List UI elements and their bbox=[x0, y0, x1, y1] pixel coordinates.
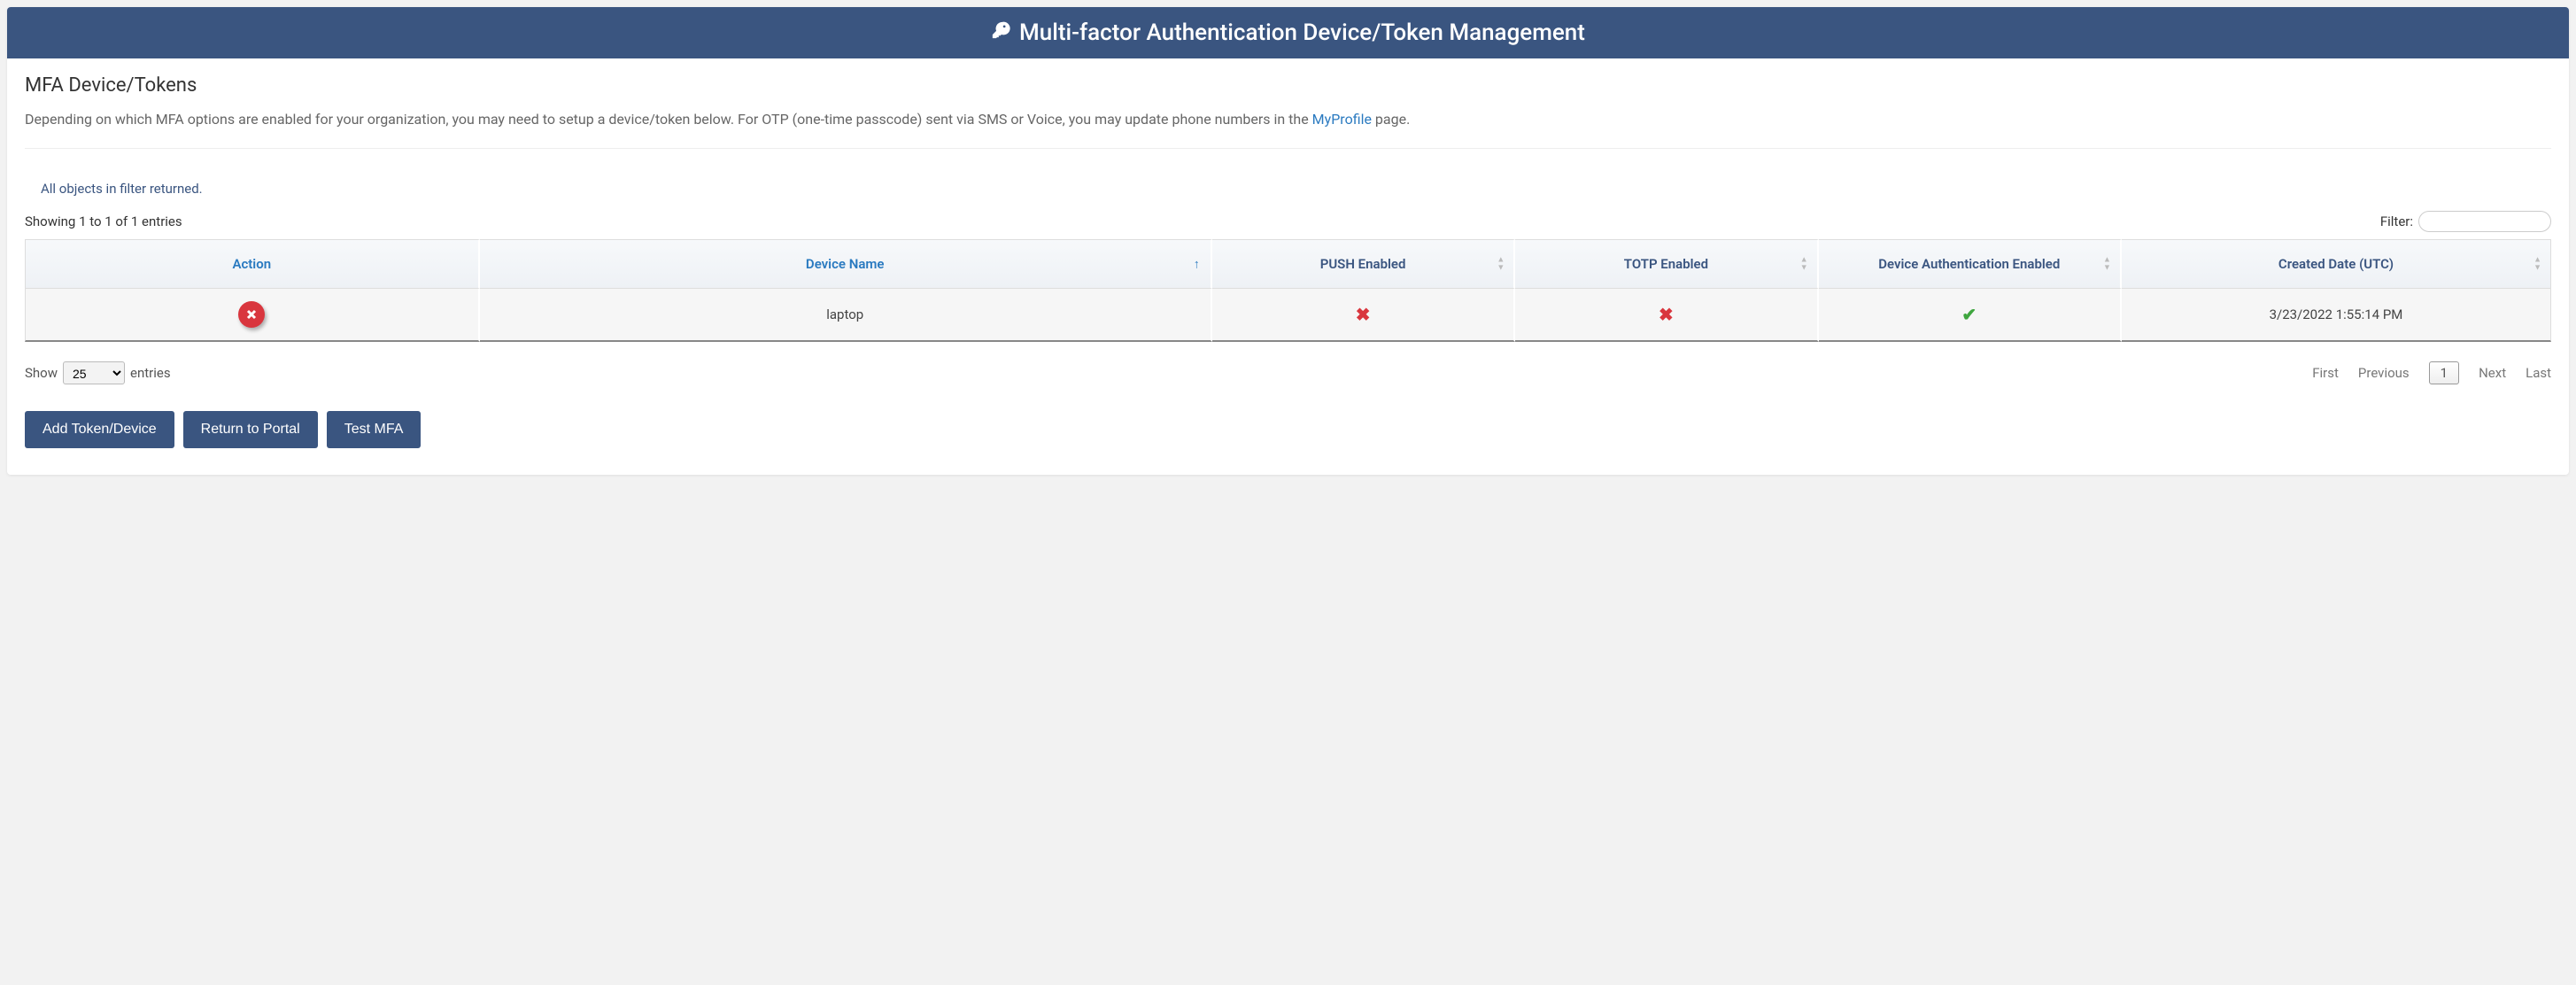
cell-created: 3/23/2022 1:55:14 PM bbox=[2122, 289, 2551, 342]
return-portal-button[interactable]: Return to Portal bbox=[183, 411, 318, 448]
show-entries: Show 25 entries bbox=[25, 361, 171, 384]
table-header-row: Action Device Name ↑ PUSH Enabled ▲▼ TOT… bbox=[25, 239, 2551, 289]
test-mfa-button[interactable]: Test MFA bbox=[327, 411, 422, 448]
pager: First Previous 1 Next Last bbox=[2312, 361, 2551, 384]
filter-label: Filter: bbox=[2380, 213, 2413, 229]
header-title: Multi-factor Authentication Device/Token… bbox=[1019, 19, 1585, 46]
sort-icon: ▲▼ bbox=[2533, 257, 2541, 272]
col-totp[interactable]: TOTP Enabled ▲▼ bbox=[1515, 239, 1818, 289]
x-icon: ✖ bbox=[1659, 304, 1674, 325]
check-icon: ✔ bbox=[1961, 304, 1976, 325]
table-info-text: Showing 1 to 1 of 1 entries bbox=[25, 213, 182, 229]
pager-prev[interactable]: Previous bbox=[2358, 365, 2410, 381]
cell-push: ✖ bbox=[1212, 289, 1515, 342]
sort-icon: ▲▼ bbox=[2103, 257, 2111, 272]
filter-wrap: Filter: bbox=[2380, 211, 2551, 232]
pager-first[interactable]: First bbox=[2312, 365, 2339, 381]
sort-asc-icon: ↑ bbox=[1194, 257, 1200, 272]
section-description: Depending on which MFA options are enabl… bbox=[25, 109, 2551, 130]
x-icon: ✖ bbox=[1356, 304, 1371, 325]
show-label-post: entries bbox=[130, 365, 171, 381]
button-row: Add Token/Device Return to Portal Test M… bbox=[7, 384, 2569, 457]
content-area: MFA Device/Tokens Depending on which MFA… bbox=[7, 58, 2569, 384]
cell-action bbox=[25, 289, 480, 342]
myprofile-link[interactable]: MyProfile bbox=[1312, 111, 1372, 128]
sort-icon: ▲▼ bbox=[1497, 257, 1505, 272]
filter-input[interactable] bbox=[2418, 211, 2551, 232]
cell-device-name: laptop bbox=[480, 289, 1212, 342]
col-created[interactable]: Created Date (UTC) ▲▼ bbox=[2122, 239, 2551, 289]
table-top-row: Showing 1 to 1 of 1 entries Filter: bbox=[25, 206, 2551, 239]
col-device-auth[interactable]: Device Authentication Enabled ▲▼ bbox=[1819, 239, 2122, 289]
desc-post: page. bbox=[1372, 111, 1410, 128]
add-token-button[interactable]: Add Token/Device bbox=[25, 411, 174, 448]
divider bbox=[25, 148, 2551, 149]
sort-icon: ▲▼ bbox=[1800, 257, 1808, 272]
cell-totp: ✖ bbox=[1515, 289, 1818, 342]
cell-device-auth: ✔ bbox=[1819, 289, 2122, 342]
desc-pre: Depending on which MFA options are enabl… bbox=[25, 111, 1312, 128]
col-device-name[interactable]: Device Name ↑ bbox=[480, 239, 1212, 289]
table-row: laptop ✖ ✖ ✔ 3/23/2022 1:55:14 PM bbox=[25, 289, 2551, 342]
page-card: Multi-factor Authentication Device/Token… bbox=[7, 7, 2569, 475]
pager-current[interactable]: 1 bbox=[2429, 361, 2459, 384]
delete-button[interactable] bbox=[238, 301, 265, 328]
col-push[interactable]: PUSH Enabled ▲▼ bbox=[1212, 239, 1515, 289]
entries-select[interactable]: 25 bbox=[63, 361, 125, 384]
pager-last[interactable]: Last bbox=[2526, 365, 2551, 381]
table-bottom-row: Show 25 entries First Previous 1 Next La… bbox=[25, 342, 2551, 384]
key-icon bbox=[991, 19, 1010, 46]
section-title: MFA Device/Tokens bbox=[25, 74, 2551, 97]
pager-next[interactable]: Next bbox=[2479, 365, 2506, 381]
close-icon bbox=[246, 309, 257, 320]
filter-status-message: All objects in filter returned. bbox=[25, 165, 2551, 206]
col-action[interactable]: Action bbox=[25, 239, 480, 289]
show-label-pre: Show bbox=[25, 365, 58, 381]
header-bar: Multi-factor Authentication Device/Token… bbox=[7, 7, 2569, 58]
devices-table: Action Device Name ↑ PUSH Enabled ▲▼ TOT… bbox=[25, 239, 2551, 342]
